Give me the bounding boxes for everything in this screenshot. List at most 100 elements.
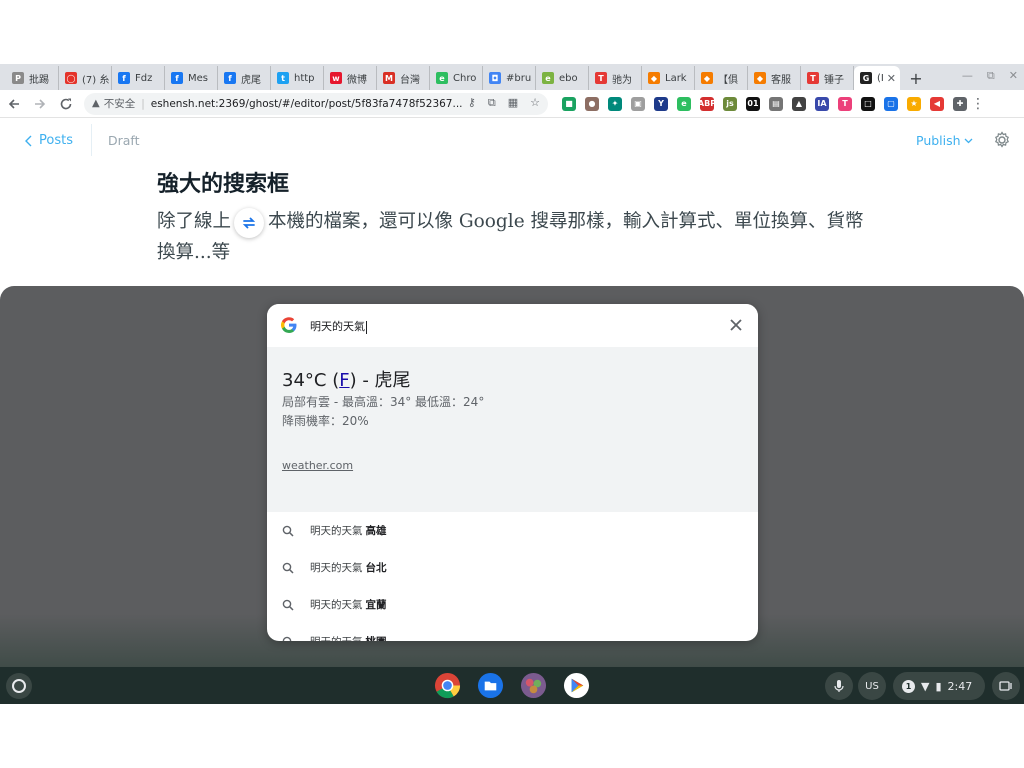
tab-title: 批踢: [29, 74, 49, 86]
publish-label: Publish: [916, 133, 961, 148]
browser-tab[interactable]: w 微博: [324, 66, 377, 90]
ext-evernote-icon[interactable]: e: [677, 96, 691, 111]
suggestion-item[interactable]: 明天的天氣 台北: [267, 549, 758, 586]
chrome-app-icon[interactable]: [434, 672, 461, 699]
wifi-icon: ▼: [921, 679, 930, 693]
launcher-button[interactable]: [6, 673, 32, 699]
translate-icon[interactable]: ▦: [508, 96, 518, 110]
browser-tab[interactable]: ◯ (7) 糸: [59, 66, 112, 90]
ext-ia-icon[interactable]: IA: [815, 96, 829, 111]
posts-back-link[interactable]: Posts: [24, 133, 73, 148]
tab-favicon-icon: e: [436, 72, 448, 84]
browser-tab[interactable]: ◆ Lark: [642, 66, 695, 90]
restore-icon[interactable]: ⧉: [987, 69, 995, 83]
custom-app-icon[interactable]: [520, 672, 547, 699]
arrow-right-icon: [35, 98, 46, 109]
browser-tab[interactable]: T 驰为: [589, 66, 642, 90]
suggestion-item[interactable]: 明天的天氣 高雄: [267, 512, 758, 549]
new-tab-button[interactable]: +: [904, 66, 928, 90]
play-store-app-icon[interactable]: [563, 672, 590, 699]
tab-favicon-icon: ◯: [65, 72, 77, 84]
suggestion-item[interactable]: 明天的天氣 宜蘭: [267, 586, 758, 623]
tab-title: 【俱: [718, 74, 738, 86]
tab-favicon-icon: ◆: [648, 72, 660, 84]
ext-doc-icon[interactable]: ▤: [769, 96, 783, 111]
warning-triangle-icon: ▲: [92, 98, 100, 109]
microphone-button[interactable]: [825, 672, 853, 700]
close-window-icon[interactable]: ✕: [1009, 69, 1018, 83]
browser-tab[interactable]: f Fdz: [112, 66, 165, 90]
open-external-icon[interactable]: ⧉: [488, 96, 496, 110]
ext-ammo-icon[interactable]: ●: [585, 96, 599, 111]
suggestion-completion: 台北: [365, 562, 387, 574]
ext-t-circle-icon[interactable]: T: [838, 96, 852, 111]
browser-tab[interactable]: P 批踢: [6, 66, 59, 90]
reload-button[interactable]: [54, 92, 78, 116]
post-heading[interactable]: 強大的搜索框: [157, 166, 289, 198]
browser-tab[interactable]: T 锤子: [801, 66, 854, 90]
ext-star-icon[interactable]: ★: [907, 96, 921, 111]
search-input[interactable]: 明天的天氣: [310, 318, 367, 334]
files-app-icon[interactable]: [477, 672, 504, 699]
browser-tab[interactable]: f Mes: [165, 66, 218, 90]
forward-button[interactable]: [28, 92, 52, 116]
sync-badge[interactable]: [234, 208, 264, 238]
tab-close-icon[interactable]: ✕: [887, 72, 896, 85]
browser-tab[interactable]: M 台灣: [377, 66, 430, 90]
browser-tab[interactable]: e ebo: [536, 66, 589, 90]
extension-icons: ■ ● ✦ ▣ Ye ABP js 01 ▤ ▲ IA T □ ▢ ★ ◀ ✚: [562, 96, 967, 111]
launcher-search-box[interactable]: 明天的天氣: [267, 304, 758, 347]
browser-tab[interactable]: ◘ #bru: [483, 66, 536, 90]
ext-js-icon[interactable]: js: [723, 96, 737, 111]
back-button[interactable]: [2, 92, 26, 116]
ext-box-icon[interactable]: ▣: [631, 96, 645, 111]
tab-favicon-icon: w: [330, 72, 342, 84]
ext-square-icon[interactable]: □: [861, 96, 875, 111]
tab-title: ebo: [559, 72, 578, 84]
suggestion-completion: 桃園: [366, 634, 387, 641]
publish-menu-button[interactable]: Publish: [916, 133, 973, 148]
minimize-icon[interactable]: —: [962, 69, 973, 83]
tab-favicon-icon: ◘: [489, 72, 501, 84]
ext-green-icon[interactable]: ■: [562, 96, 576, 111]
weather-source-link[interactable]: weather.com: [282, 459, 353, 472]
suggestion-query: 明天的天氣: [310, 525, 363, 537]
omnibox-separator: |: [141, 97, 145, 110]
tab-strip: P 批踢 ◯ (7) 糸 f Fdz f Mes f 虎尾 t http w 微博 M 台灣 e Chro ◘ #br…: [0, 64, 1024, 90]
suggestion-item[interactable]: 明天的天氣桃園: [267, 623, 758, 641]
tab-title: 客服: [771, 74, 791, 86]
temp-location: ) - 虎尾: [349, 370, 411, 391]
tab-favicon-icon: e: [542, 72, 554, 84]
close-icon[interactable]: [727, 316, 745, 334]
ext-y-icon[interactable]: Y: [654, 96, 668, 111]
overview-button[interactable]: [992, 672, 1020, 700]
weather-answer-card[interactable]: 34°C (F) - 虎尾 局部有雲 - 最高溫：34° 最低溫：24° 降雨機…: [267, 347, 758, 512]
ext-blue-square-icon[interactable]: ▢: [884, 96, 898, 111]
fahrenheit-toggle-link[interactable]: F: [339, 370, 349, 391]
ext-megaphone-icon[interactable]: ◀: [930, 96, 944, 111]
chevron-down-icon: [964, 138, 973, 143]
browser-tab[interactable]: ◆ 客服: [748, 66, 801, 90]
ext-puzzle-icon[interactable]: ✦: [608, 96, 622, 111]
chevron-left-icon: [25, 135, 32, 146]
chrome-menu-icon[interactable]: ⋮: [971, 96, 985, 112]
bookmark-star-icon[interactable]: ☆: [530, 96, 540, 110]
ext-binary-icon[interactable]: 01: [746, 96, 760, 111]
post-paragraph[interactable]: 除了線上 本機的檔案，還可以像 Google 搜尋那樣，輸入計算式、單位換算、貨…: [157, 206, 877, 268]
search-icon: [282, 525, 294, 537]
gear-icon[interactable]: [992, 130, 1012, 150]
browser-tab[interactable]: ◆ 【俱: [695, 66, 748, 90]
address-bar[interactable]: ▲ 不安全 | eshensh.net:2369/ghost/#/editor/…: [84, 92, 548, 115]
extensions-puzzle-icon[interactable]: ✚: [953, 96, 967, 111]
status-area-button[interactable]: 1 ▼ ▮ 2:47: [893, 672, 985, 700]
browser-toolbar: ▲ 不安全 | eshensh.net:2369/ghost/#/editor/…: [0, 90, 1024, 118]
omnibox-actions: ⚷ ⧉ ▦ ☆: [468, 96, 540, 110]
browser-tab[interactable]: G (I ✕: [854, 66, 900, 90]
key-icon[interactable]: ⚷: [468, 96, 476, 110]
adblock-plus-icon[interactable]: ABP: [698, 96, 716, 111]
browser-tab[interactable]: f 虎尾: [218, 66, 271, 90]
ext-cat-icon[interactable]: ▲: [792, 96, 806, 111]
input-method-button[interactable]: US: [858, 672, 886, 700]
browser-tab[interactable]: t http: [271, 66, 324, 90]
browser-tab[interactable]: e Chro: [430, 66, 483, 90]
